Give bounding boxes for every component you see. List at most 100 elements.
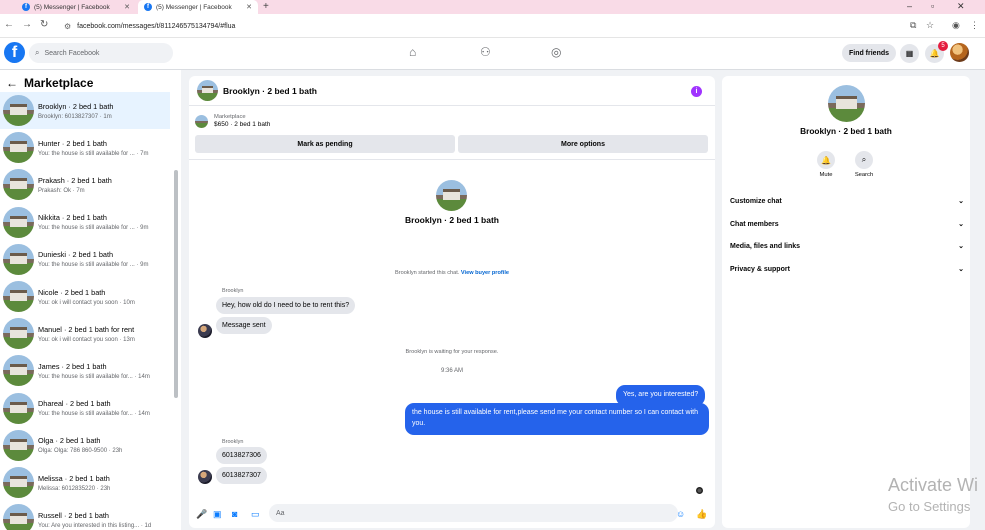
conversation-preview: You: the house is still available for...… — [38, 373, 150, 380]
tab-title: (5) Messenger | Facebook — [34, 3, 110, 11]
url-text: facebook.com/messages/t/811246575134794/… — [77, 22, 236, 30]
browser-tab[interactable]: f (5) Messenger | Facebook ✕ — [16, 0, 136, 14]
listing-thumbnail — [3, 429, 34, 461]
marketplace-label: Marketplace — [214, 114, 246, 120]
sender-avatar[interactable] — [198, 324, 212, 338]
close-window-button[interactable]: ✕ — [957, 0, 965, 14]
conversation-item[interactable]: Melissa · 2 bed 1 bath Melissa: 601283522… — [0, 464, 170, 501]
facebook-logo[interactable]: f — [4, 42, 25, 63]
view-buyer-profile-link[interactable]: View buyer profile — [461, 270, 509, 276]
mark-as-pending-button[interactable]: Mark as pending — [195, 135, 455, 153]
home-icon[interactable]: ⌂ — [409, 45, 416, 59]
chevron-down-icon: ⌄ — [958, 243, 964, 250]
gif-icon[interactable]: ▭ — [251, 509, 260, 520]
tab-title: (5) Messenger | Facebook — [156, 3, 232, 11]
conversation-item[interactable]: Dunieski · 2 bed 1 bath You: the house is… — [0, 241, 170, 278]
search-input[interactable]: ⌕ Search Facebook — [29, 43, 173, 63]
conversation-preview: You: the house is still available for ..… — [38, 225, 149, 232]
conversation-item[interactable]: Nicole · 2 bed 1 bath You: ok i will cont… — [0, 278, 170, 315]
photo-icon[interactable]: ▣ — [213, 509, 222, 520]
like-icon[interactable]: 👍 — [696, 509, 707, 520]
find-friends-button[interactable]: Find friends — [842, 44, 896, 62]
forward-arrow-icon[interactable]: → — [22, 19, 32, 30]
chat-title[interactable]: Brooklyn · 2 bed 1 bath — [223, 86, 317, 96]
more-options-button[interactable]: More options — [458, 135, 708, 153]
conversation-item[interactable]: Russell · 2 bed 1 bath You: Are you inter… — [0, 501, 170, 530]
conversation-preview: You: ok i will contact you soon · 10m — [38, 299, 135, 306]
listing-summary[interactable]: Marketplace $650 · 2 bed 1 bath — [195, 114, 270, 128]
chevron-down-icon: ⌄ — [958, 266, 964, 273]
incoming-message[interactable]: Hey, how old do I need to be to rent thi… — [216, 297, 356, 314]
conversation-item[interactable]: Brooklyn · 2 bed 1 bath Brooklyn: 6013827… — [0, 92, 170, 129]
reload-icon[interactable]: ↻ — [40, 19, 48, 30]
divider — [189, 159, 715, 160]
account-avatar[interactable] — [950, 43, 969, 62]
listing-thumbnail — [3, 392, 34, 424]
close-tab-icon[interactable]: ✕ — [124, 3, 130, 11]
groups-icon[interactable]: ◎ — [551, 45, 561, 59]
sender-avatar[interactable] — [198, 470, 212, 484]
chat-started-notice: Brooklyn started this chat. View buyer p… — [189, 270, 715, 276]
friends-icon[interactable]: ⚇ — [480, 45, 491, 59]
info-icon[interactable]: i — [691, 86, 702, 97]
item-label: Privacy & support — [730, 265, 790, 273]
conversation-preview: Olga: Olga: 786 860-9500 · 23h — [38, 448, 123, 455]
search-icon[interactable]: ⌕ — [855, 151, 873, 169]
emoji-icon[interactable]: ☺ — [676, 509, 685, 519]
conversation-name: Dhareal · 2 bed 1 bath — [38, 399, 111, 409]
listing-thumbnail — [3, 243, 34, 275]
incoming-message[interactable]: Message sent — [216, 317, 272, 334]
conversation-item[interactable]: James · 2 bed 1 bath You: the house is st… — [0, 352, 170, 389]
back-arrow-icon[interactable]: ← — [4, 19, 14, 30]
media-files-links-item[interactable]: Media, files and links ⌄ — [730, 238, 964, 254]
minimize-button[interactable]: – — [907, 0, 912, 14]
sender-name: Brooklyn — [222, 288, 244, 294]
microphone-icon[interactable]: 🎤 — [196, 509, 207, 520]
conversation-name: Nicole · 2 bed 1 bath — [38, 287, 106, 297]
browser-tab-active[interactable]: f (5) Messenger | Facebook ✕ — [138, 0, 258, 14]
mute-bell-icon[interactable]: 🔔 — [817, 151, 835, 169]
notification-badge: 5 — [938, 41, 948, 51]
conversation-item[interactable]: Hunter · 2 bed 1 bath You: the house is s… — [0, 129, 170, 166]
close-tab-icon[interactable]: ✕ — [246, 3, 252, 11]
customize-chat-item[interactable]: Customize chat ⌄ — [730, 193, 964, 209]
conversation-name: Dunieski · 2 bed 1 bath — [38, 250, 114, 260]
conversation-item[interactable]: Manuel · 2 bed 1 bath for rent You: ok i … — [0, 315, 170, 352]
listing-thumbnail — [3, 355, 34, 387]
conversation-name: Hunter · 2 bed 1 bath — [38, 138, 107, 148]
privacy-support-item[interactable]: Privacy & support ⌄ — [730, 261, 964, 277]
conversation-preview: Melissa: 6012835220 · 23h — [38, 485, 111, 492]
incoming-message[interactable]: 6013827306 — [216, 447, 267, 464]
sticker-icon[interactable]: ◙ — [232, 509, 237, 519]
chat-members-item[interactable]: Chat members ⌄ — [730, 216, 964, 232]
back-arrow-icon[interactable]: ← — [6, 76, 18, 90]
conversation-name: Brooklyn · 2 bed 1 bath — [38, 101, 114, 111]
conversation-item[interactable]: Olga · 2 bed 1 bath Olga: Olga: 786 860-9… — [0, 427, 170, 464]
cast-icon[interactable]: ⧉ — [910, 20, 916, 31]
message-input[interactable]: Aa — [269, 504, 678, 522]
incoming-message[interactable]: 6013827307 — [216, 467, 267, 484]
site-info-icon[interactable]: ⚙ — [64, 22, 71, 31]
menu-grid-icon[interactable]: ▦ — [900, 44, 919, 63]
marketplace-sidebar: ← Marketplace Brooklyn · 2 bed 1 bath Bro… — [0, 70, 181, 530]
sidebar-scrollbar[interactable] — [174, 170, 178, 398]
listing-thumbnail[interactable] — [197, 80, 218, 101]
bookmark-star-icon[interactable]: ☆ — [926, 20, 934, 31]
outgoing-message[interactable]: the house is still available for rent,pl… — [405, 403, 709, 435]
conversation-item[interactable]: Prakash · 2 bed 1 bath Prakash: Ok · 7m — [0, 166, 170, 203]
profile-icon[interactable]: ◉ — [952, 20, 960, 31]
new-tab-button[interactable]: + — [263, 0, 269, 14]
item-label: Customize chat — [730, 197, 782, 205]
browser-menu-icon[interactable]: ⋮ — [970, 20, 979, 31]
activation-watermark-title: Activate Wi — [888, 475, 979, 495]
conversation-name: Nikkita · 2 bed 1 bath — [38, 213, 107, 223]
conversation-text: Dunieski · 2 bed 1 bath You: the house is… — [38, 250, 149, 268]
conversation-item[interactable]: Nikkita · 2 bed 1 bath You: the house is … — [0, 204, 170, 241]
conversation-item[interactable]: Dhareal · 2 bed 1 bath You: the house is … — [0, 390, 170, 427]
conversation-name: Manuel · 2 bed 1 bath for rent — [38, 324, 135, 334]
restore-button[interactable]: ▫ — [931, 0, 934, 14]
facebook-favicon-icon: f — [144, 3, 152, 11]
chat-details-panel: Brooklyn · 2 bed 1 bath 🔔 Mute ⌕ Search … — [722, 76, 970, 528]
chevron-down-icon: ⌄ — [958, 198, 964, 205]
url-field[interactable]: ⚙ facebook.com/messages/t/81124657513479… — [58, 18, 973, 34]
